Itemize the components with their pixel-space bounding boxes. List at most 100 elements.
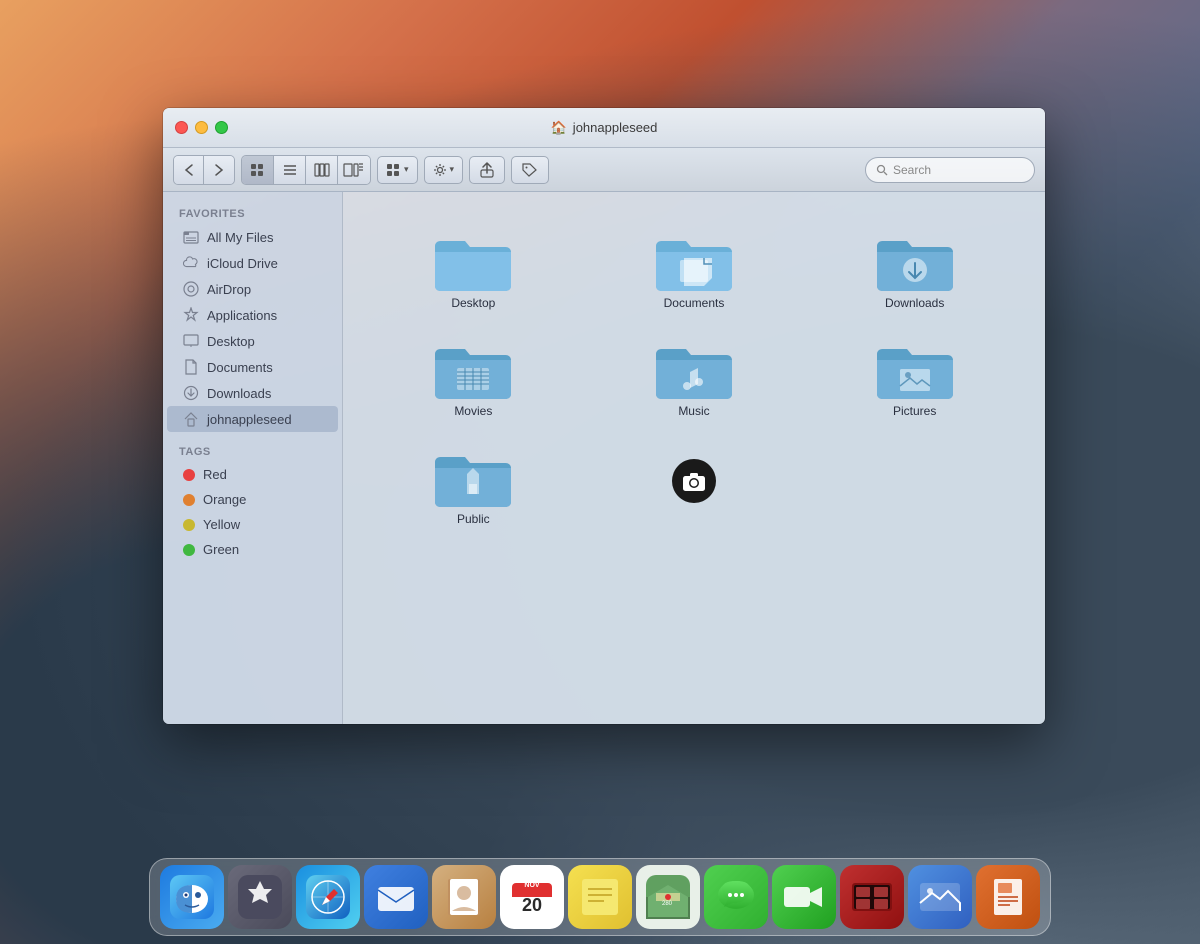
airdrop-label: AirDrop	[207, 282, 251, 297]
sidebar-item-green[interactable]: Green	[167, 537, 338, 562]
dock-item-pages[interactable]	[976, 865, 1040, 929]
yellow-tag-dot	[183, 519, 195, 531]
icloud-icon	[183, 255, 199, 271]
yellow-label: Yellow	[203, 517, 240, 532]
file-item-movies[interactable]: Movies	[363, 320, 584, 428]
orange-label: Orange	[203, 492, 246, 507]
pictures-folder-name: Pictures	[893, 404, 936, 418]
maximize-button[interactable]	[215, 121, 228, 134]
finder-window: 🏠 johnappleseed	[163, 108, 1045, 724]
sidebar-item-red[interactable]: Red	[167, 462, 338, 487]
dock-item-maps[interactable]: 280	[636, 865, 700, 929]
applications-label: Applications	[207, 308, 277, 323]
downloads-label: Downloads	[207, 386, 271, 401]
home-icon	[183, 411, 199, 427]
movies-folder-name: Movies	[454, 404, 492, 418]
svg-text:280: 280	[662, 901, 673, 907]
dock-item-launchpad[interactable]	[228, 865, 292, 929]
view-column-button[interactable]	[306, 156, 338, 184]
title-home-icon: 🏠	[551, 120, 567, 136]
documents-label: Documents	[207, 360, 273, 375]
file-item-pictures[interactable]: Pictures	[804, 320, 1025, 428]
camera-svg	[682, 471, 706, 491]
search-placeholder: Search	[893, 163, 931, 177]
share-button[interactable]	[469, 156, 505, 184]
svg-text:NOV: NOV	[524, 882, 540, 889]
sidebar-item-documents[interactable]: Documents	[167, 354, 338, 380]
arrange-button[interactable]: ▾	[377, 156, 418, 184]
movies-folder-icon	[433, 336, 513, 404]
close-button[interactable]	[175, 121, 188, 134]
window-title: 🏠 johnappleseed	[551, 120, 658, 136]
dock-item-calendar[interactable]: NOV 20	[500, 865, 564, 929]
documents-folder-icon	[654, 228, 734, 296]
dock-item-notes[interactable]	[568, 865, 632, 929]
sidebar-item-icloud-drive[interactable]: iCloud Drive	[167, 250, 338, 276]
all-my-files-icon	[183, 229, 199, 245]
toolbar: ▾ ▾	[163, 148, 1045, 192]
tag-button[interactable]	[511, 156, 549, 184]
sidebar-item-downloads[interactable]: Downloads	[167, 380, 338, 406]
view-list-button[interactable]	[274, 156, 306, 184]
dock-item-facetime[interactable]	[772, 865, 836, 929]
red-tag-dot	[183, 469, 195, 481]
airdrop-icon	[183, 281, 199, 297]
music-folder-icon	[654, 336, 734, 404]
public-folder-icon	[433, 444, 513, 512]
view-icon-button[interactable]	[242, 156, 274, 184]
music-folder-name: Music	[678, 404, 709, 418]
dock-item-safari[interactable]	[296, 865, 360, 929]
file-item-public[interactable]: Public	[363, 428, 584, 536]
file-grid: Desktop Documents	[343, 192, 1045, 724]
all-my-files-label: All My Files	[207, 230, 273, 245]
dock-item-finder[interactable]	[160, 865, 224, 929]
minimize-button[interactable]	[195, 121, 208, 134]
desktop-folder-icon	[433, 228, 513, 296]
main-area: Favorites All My Files	[163, 192, 1045, 724]
file-item-downloads[interactable]: Downloads	[804, 212, 1025, 320]
sidebar-item-home[interactable]: johnappleseed	[167, 406, 338, 432]
view-group	[241, 155, 371, 185]
sidebar: Favorites All My Files	[163, 192, 343, 724]
sidebar-item-applications[interactable]: Applications	[167, 302, 338, 328]
file-item-documents[interactable]: Documents	[584, 212, 805, 320]
file-item-desktop[interactable]: Desktop	[363, 212, 584, 320]
svg-text:20: 20	[522, 895, 542, 915]
applications-icon	[183, 307, 199, 323]
dock-item-mail[interactable]	[364, 865, 428, 929]
view-cover-button[interactable]	[338, 156, 370, 184]
back-button[interactable]	[174, 156, 204, 184]
green-label: Green	[203, 542, 239, 557]
tags-header: Tags	[163, 442, 342, 462]
dock-item-contacts[interactable]	[432, 865, 496, 929]
dock: NOV 20 280	[149, 858, 1051, 936]
green-tag-dot	[183, 544, 195, 556]
search-box[interactable]: Search	[865, 157, 1035, 183]
file-item-music[interactable]: Music	[584, 320, 805, 428]
favorites-header: Favorites	[163, 204, 342, 224]
forward-button[interactable]	[204, 156, 234, 184]
dock-item-messages[interactable]	[704, 865, 768, 929]
downloads-folder-name: Downloads	[885, 296, 944, 310]
camera-icon	[672, 459, 716, 503]
title-bar: 🏠 johnappleseed	[163, 108, 1045, 148]
dock-item-photobooth[interactable]	[840, 865, 904, 929]
sidebar-item-orange[interactable]: Orange	[167, 487, 338, 512]
orange-tag-dot	[183, 494, 195, 506]
traffic-lights	[175, 121, 228, 134]
pictures-folder-icon	[875, 336, 955, 404]
nav-group	[173, 155, 235, 185]
sidebar-item-airdrop[interactable]: AirDrop	[167, 276, 338, 302]
sidebar-item-desktop[interactable]: Desktop	[167, 328, 338, 354]
sidebar-item-all-my-files[interactable]: All My Files	[167, 224, 338, 250]
desktop-icon	[183, 333, 199, 349]
desktop-label: Desktop	[207, 334, 255, 349]
downloads-icon	[183, 385, 199, 401]
downloads-folder-icon	[875, 228, 955, 296]
sidebar-item-yellow[interactable]: Yellow	[167, 512, 338, 537]
home-label: johnappleseed	[207, 412, 292, 427]
action-button[interactable]: ▾	[424, 156, 464, 184]
search-icon	[876, 164, 888, 176]
public-folder-name: Public	[457, 512, 490, 526]
dock-item-iphoto[interactable]	[908, 865, 972, 929]
